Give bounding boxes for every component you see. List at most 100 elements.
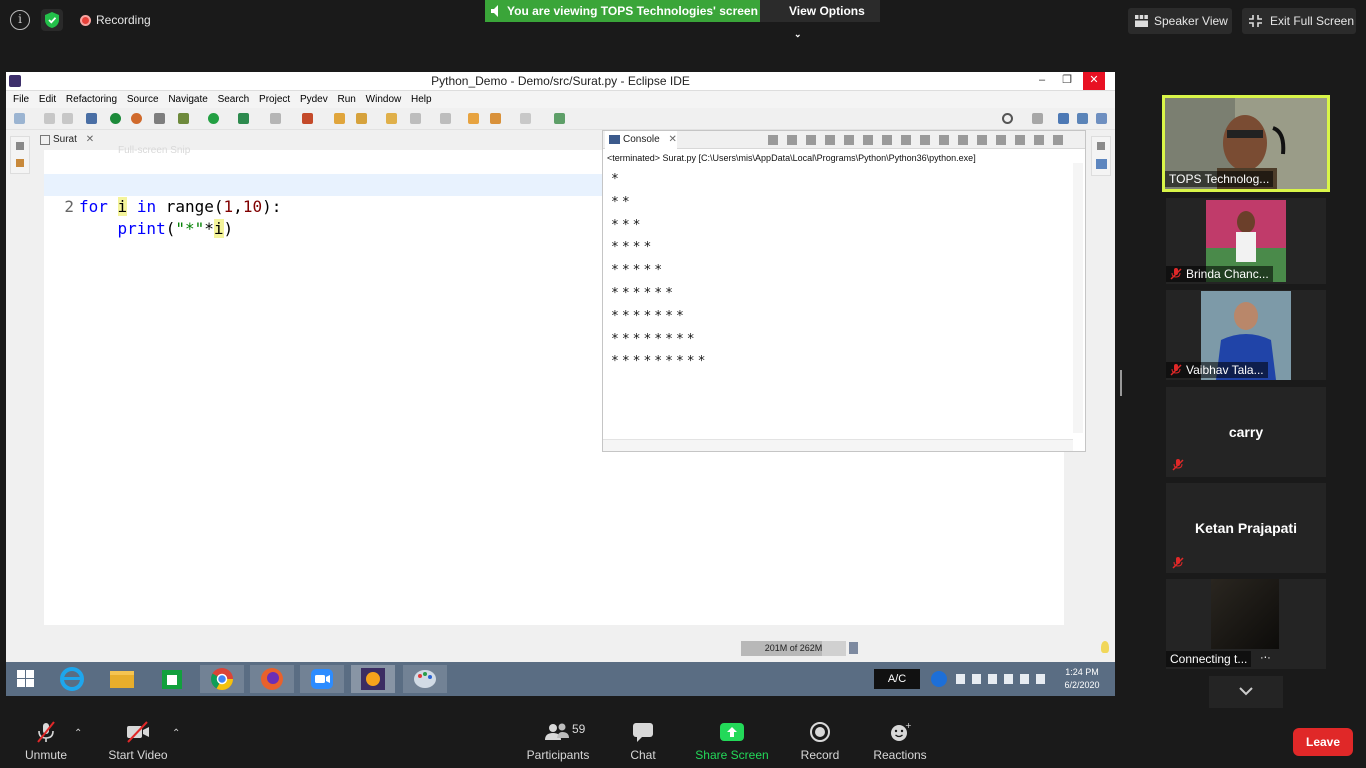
ac-indicator[interactable]: A/C	[874, 669, 920, 689]
heap-status[interactable]: 201M of 262M	[741, 641, 846, 656]
internet-explorer-icon[interactable]	[50, 665, 94, 693]
lightbulb-icon[interactable]	[1101, 641, 1109, 653]
menu-pydev[interactable]: Pydev	[300, 91, 328, 108]
prev-annotation-icon[interactable]	[440, 113, 451, 124]
java-ee-ide-icon[interactable]	[351, 665, 395, 693]
skip-breakpoints-icon[interactable]	[110, 113, 121, 124]
windows-start-icon[interactable]	[6, 665, 46, 693]
debug-perspective-icon[interactable]	[1077, 113, 1088, 124]
leave-button[interactable]: Leave	[1293, 728, 1353, 756]
svg-text:+: +	[905, 721, 912, 730]
java-perspective-icon[interactable]	[1096, 113, 1107, 124]
menu-source[interactable]: Source	[127, 91, 159, 108]
search-icon[interactable]	[1002, 113, 1013, 124]
audio-options-caret[interactable]: ⌃	[74, 728, 82, 739]
coverage-icon[interactable]	[238, 113, 249, 124]
console-toolbar-icons[interactable]	[768, 135, 1068, 145]
menu-search[interactable]: Search	[218, 91, 250, 108]
file-explorer-icon[interactable]	[100, 665, 144, 693]
restore-button[interactable]: ❐	[1056, 72, 1078, 90]
store-icon[interactable]	[150, 665, 194, 693]
share-screen-button[interactable]: Share Screen	[692, 720, 772, 762]
panel-resize-handle[interactable]	[1120, 370, 1122, 396]
shield-icon[interactable]	[41, 9, 63, 31]
menu-file[interactable]: File	[13, 91, 29, 108]
terminal-icon[interactable]	[86, 113, 97, 124]
chrome-icon[interactable]	[200, 665, 244, 693]
participant-tile[interactable]: Connecting t... ·⋅·	[1166, 579, 1326, 669]
info-icon[interactable]: i	[10, 10, 30, 30]
participant-name: Vaibhav Tala...	[1186, 363, 1264, 377]
tab-console[interactable]: Console ✕	[605, 131, 677, 149]
paint-icon[interactable]	[403, 665, 447, 693]
pin-editor-icon[interactable]	[554, 113, 565, 124]
taskbar-clock[interactable]: 1:24 PM 6/2/2020	[1054, 666, 1110, 692]
outline-icon[interactable]	[1096, 159, 1107, 169]
chevron-down-icon	[1239, 687, 1253, 696]
start-video-button[interactable]: Start Video	[98, 720, 178, 762]
menu-help[interactable]: Help	[411, 91, 432, 108]
python-perspective-icon[interactable]	[1058, 113, 1069, 124]
speaker-view-button[interactable]: Speaker View	[1128, 8, 1232, 34]
external-tools-icon[interactable]	[302, 113, 313, 124]
help-icon[interactable]	[931, 671, 947, 687]
participant-name-label: Brinda Chanc...	[1166, 266, 1273, 282]
zoom-app-icon[interactable]	[300, 665, 344, 693]
menu-navigate[interactable]: Navigate	[168, 91, 207, 108]
new-icon[interactable]	[14, 113, 25, 124]
output-line: **	[611, 194, 633, 210]
participant-tile[interactable]: Vaibhav Tala...	[1166, 290, 1326, 380]
next-annotation-icon[interactable]	[410, 113, 421, 124]
menu-window[interactable]: Window	[366, 91, 402, 108]
window-title: Python_Demo - Demo/src/Surat.py - Eclips…	[431, 74, 690, 88]
close-tab-icon[interactable]: ✕	[86, 134, 94, 145]
back-icon[interactable]	[468, 113, 479, 124]
minimize-button[interactable]: –	[1031, 72, 1053, 90]
participant-tile[interactable]: Ketan Prajapati	[1166, 483, 1326, 573]
open-folder-icon[interactable]	[334, 113, 345, 124]
eclipse-status-bar: 201M of 262M	[6, 637, 1115, 659]
exit-full-screen-button[interactable]: Exit Full Screen	[1242, 8, 1356, 34]
mic-muted-icon	[37, 721, 55, 743]
record-button[interactable]: Record	[780, 720, 860, 762]
close-button[interactable]: ✕	[1083, 72, 1105, 90]
system-tray-icons[interactable]	[956, 674, 1051, 684]
menu-refactoring[interactable]: Refactoring	[66, 91, 117, 108]
menu-project[interactable]: Project	[259, 91, 290, 108]
video-options-caret[interactable]: ⌃	[172, 728, 180, 739]
console-vertical-scrollbar[interactable]	[1073, 163, 1083, 433]
stop-icon[interactable]	[270, 113, 281, 124]
tab-surat[interactable]: Surat ✕	[38, 132, 94, 148]
save-all-icon[interactable]	[62, 113, 73, 124]
console-horizontal-scrollbar[interactable]	[603, 439, 1073, 451]
refresh-icon[interactable]	[131, 113, 142, 124]
package-icon[interactable]	[154, 113, 165, 124]
chat-button[interactable]: Chat	[603, 720, 683, 762]
close-tab-icon[interactable]: ✕	[668, 134, 676, 145]
shared-screen: Python_Demo - Demo/src/Surat.py - Eclips…	[6, 72, 1115, 696]
restore-view-icon[interactable]	[16, 142, 24, 150]
participant-tile[interactable]: Brinda Chanc...	[1166, 198, 1326, 284]
scroll-down-button[interactable]	[1209, 676, 1283, 708]
open-type-icon[interactable]	[386, 113, 397, 124]
trash-icon[interactable]	[849, 642, 858, 654]
back-arrow-icon[interactable]	[490, 113, 501, 124]
participant-tile-active-speaker[interactable]: TOPS Technolog...	[1162, 95, 1330, 192]
heap-status-label: 201M of 262M	[764, 643, 823, 653]
menu-edit[interactable]: Edit	[39, 91, 56, 108]
restore-view-icon[interactable]	[1097, 142, 1105, 150]
package-explorer-icon[interactable]	[16, 159, 24, 167]
participants-button[interactable]: 59 Participants	[518, 720, 598, 762]
menu-run[interactable]: Run	[338, 91, 356, 108]
participant-tile[interactable]: carry	[1166, 387, 1326, 477]
run-icon[interactable]	[208, 113, 219, 124]
forward-arrow-icon[interactable]	[520, 113, 531, 124]
view-options-button[interactable]: View Options ⌄	[760, 0, 880, 39]
reactions-button[interactable]: + Reactions	[860, 720, 940, 762]
firefox-icon[interactable]	[250, 665, 294, 693]
save-icon[interactable]	[44, 113, 55, 124]
console-output[interactable]: * ** *** **** ***** ****** ******* *****…	[611, 169, 1061, 374]
open-perspective-icon[interactable]	[1032, 113, 1043, 124]
debug-icon[interactable]	[178, 113, 189, 124]
wand-icon[interactable]	[356, 113, 367, 124]
